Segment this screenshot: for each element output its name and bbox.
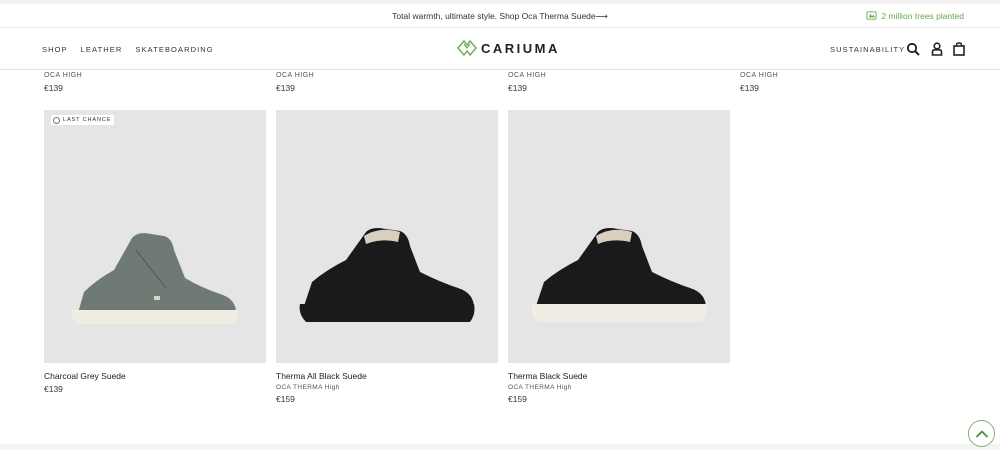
sneaker-image (71, 233, 239, 324)
product-card-therma-all-black[interactable]: Therma All Black Suede OCA THERMA High €… (276, 110, 498, 404)
nav-skateboarding[interactable]: SKATEBOARDING (135, 45, 213, 54)
sneaker-image (531, 228, 707, 322)
main-nav: SHOP LEATHER SKATEBOARDING CARIUMA SUSTA… (0, 28, 1000, 70)
product-subtitle: OCA THERMA High (508, 384, 730, 391)
cariuma-logo[interactable]: CARIUMA (457, 40, 560, 56)
nav-leather[interactable]: LEATHER (81, 45, 123, 54)
previous-product[interactable]: OCA HIGH €139 (44, 70, 82, 93)
promo-bar: Total warmth, ultimate style. Shop Oca T… (0, 4, 1000, 28)
product-price: €139 (44, 384, 63, 394)
product-price: €139 (740, 83, 759, 93)
product-name[interactable]: Therma All Black Suede (276, 371, 498, 381)
trees-planted-link[interactable]: 2 million trees planted (866, 10, 964, 21)
product-price: €139 (44, 83, 63, 93)
product-price: €139 (276, 83, 295, 93)
product-subtitle: OCA HIGH (276, 72, 315, 79)
search-icon[interactable] (906, 42, 920, 56)
product-price: €139 (508, 83, 527, 93)
product-subtitle: OCA HIGH (508, 72, 547, 79)
product-card-charcoal-grey[interactable]: LAST CHANCE Charcoal Grey Suede €139 (44, 110, 266, 394)
product-model: OCA THERMA (276, 384, 323, 391)
product-subtitle: OCA THERMA High (276, 384, 498, 391)
scroll-to-top-button[interactable] (968, 420, 995, 447)
chevron-up-icon (975, 429, 988, 438)
bag-icon[interactable] (952, 42, 966, 56)
product-height: High (324, 384, 340, 391)
product-subtitle: OCA HIGH (740, 72, 779, 79)
previous-product[interactable]: OCA HIGH €139 (276, 70, 314, 93)
promo-link[interactable]: Total warmth, ultimate style. Shop Oca T… (0, 11, 1000, 22)
last-chance-badge: LAST CHANCE (51, 115, 115, 125)
product-model: OCA THERMA (508, 384, 555, 391)
footer-band (0, 444, 1000, 450)
logo-text: CARIUMA (481, 40, 560, 56)
product-name[interactable]: Charcoal Grey Suede (44, 371, 266, 381)
previous-product[interactable]: OCA HIGH €139 (508, 70, 546, 93)
clock-icon (53, 116, 60, 124)
product-image[interactable] (508, 110, 730, 363)
previous-product[interactable]: OCA HIGH €139 (740, 70, 778, 93)
previous-product-row: OCA HIGH €139 OCA HIGH €139 OCA HIGH €13… (0, 70, 1000, 100)
product-height: High (556, 384, 572, 391)
product-subtitle: OCA HIGH (44, 72, 83, 79)
logo-mark-icon (457, 40, 477, 56)
product-image[interactable]: LAST CHANCE (44, 110, 266, 363)
product-card-therma-black[interactable]: Therma Black Suede OCA THERMA High €159 (508, 110, 730, 404)
product-image[interactable] (276, 110, 498, 363)
nav-shop[interactable]: SHOP (42, 45, 68, 54)
product-price: €159 (508, 394, 527, 404)
product-price: €159 (276, 394, 295, 404)
account-icon[interactable] (930, 42, 944, 56)
trees-planted-text: 2 million trees planted (881, 10, 964, 21)
nav-sustainability[interactable]: SUSTAINABILITY (830, 45, 905, 54)
sneaker-image (299, 228, 475, 322)
badge-label: LAST CHANCE (63, 117, 112, 123)
tree-icon (866, 11, 877, 20)
product-name[interactable]: Therma Black Suede (508, 371, 730, 381)
